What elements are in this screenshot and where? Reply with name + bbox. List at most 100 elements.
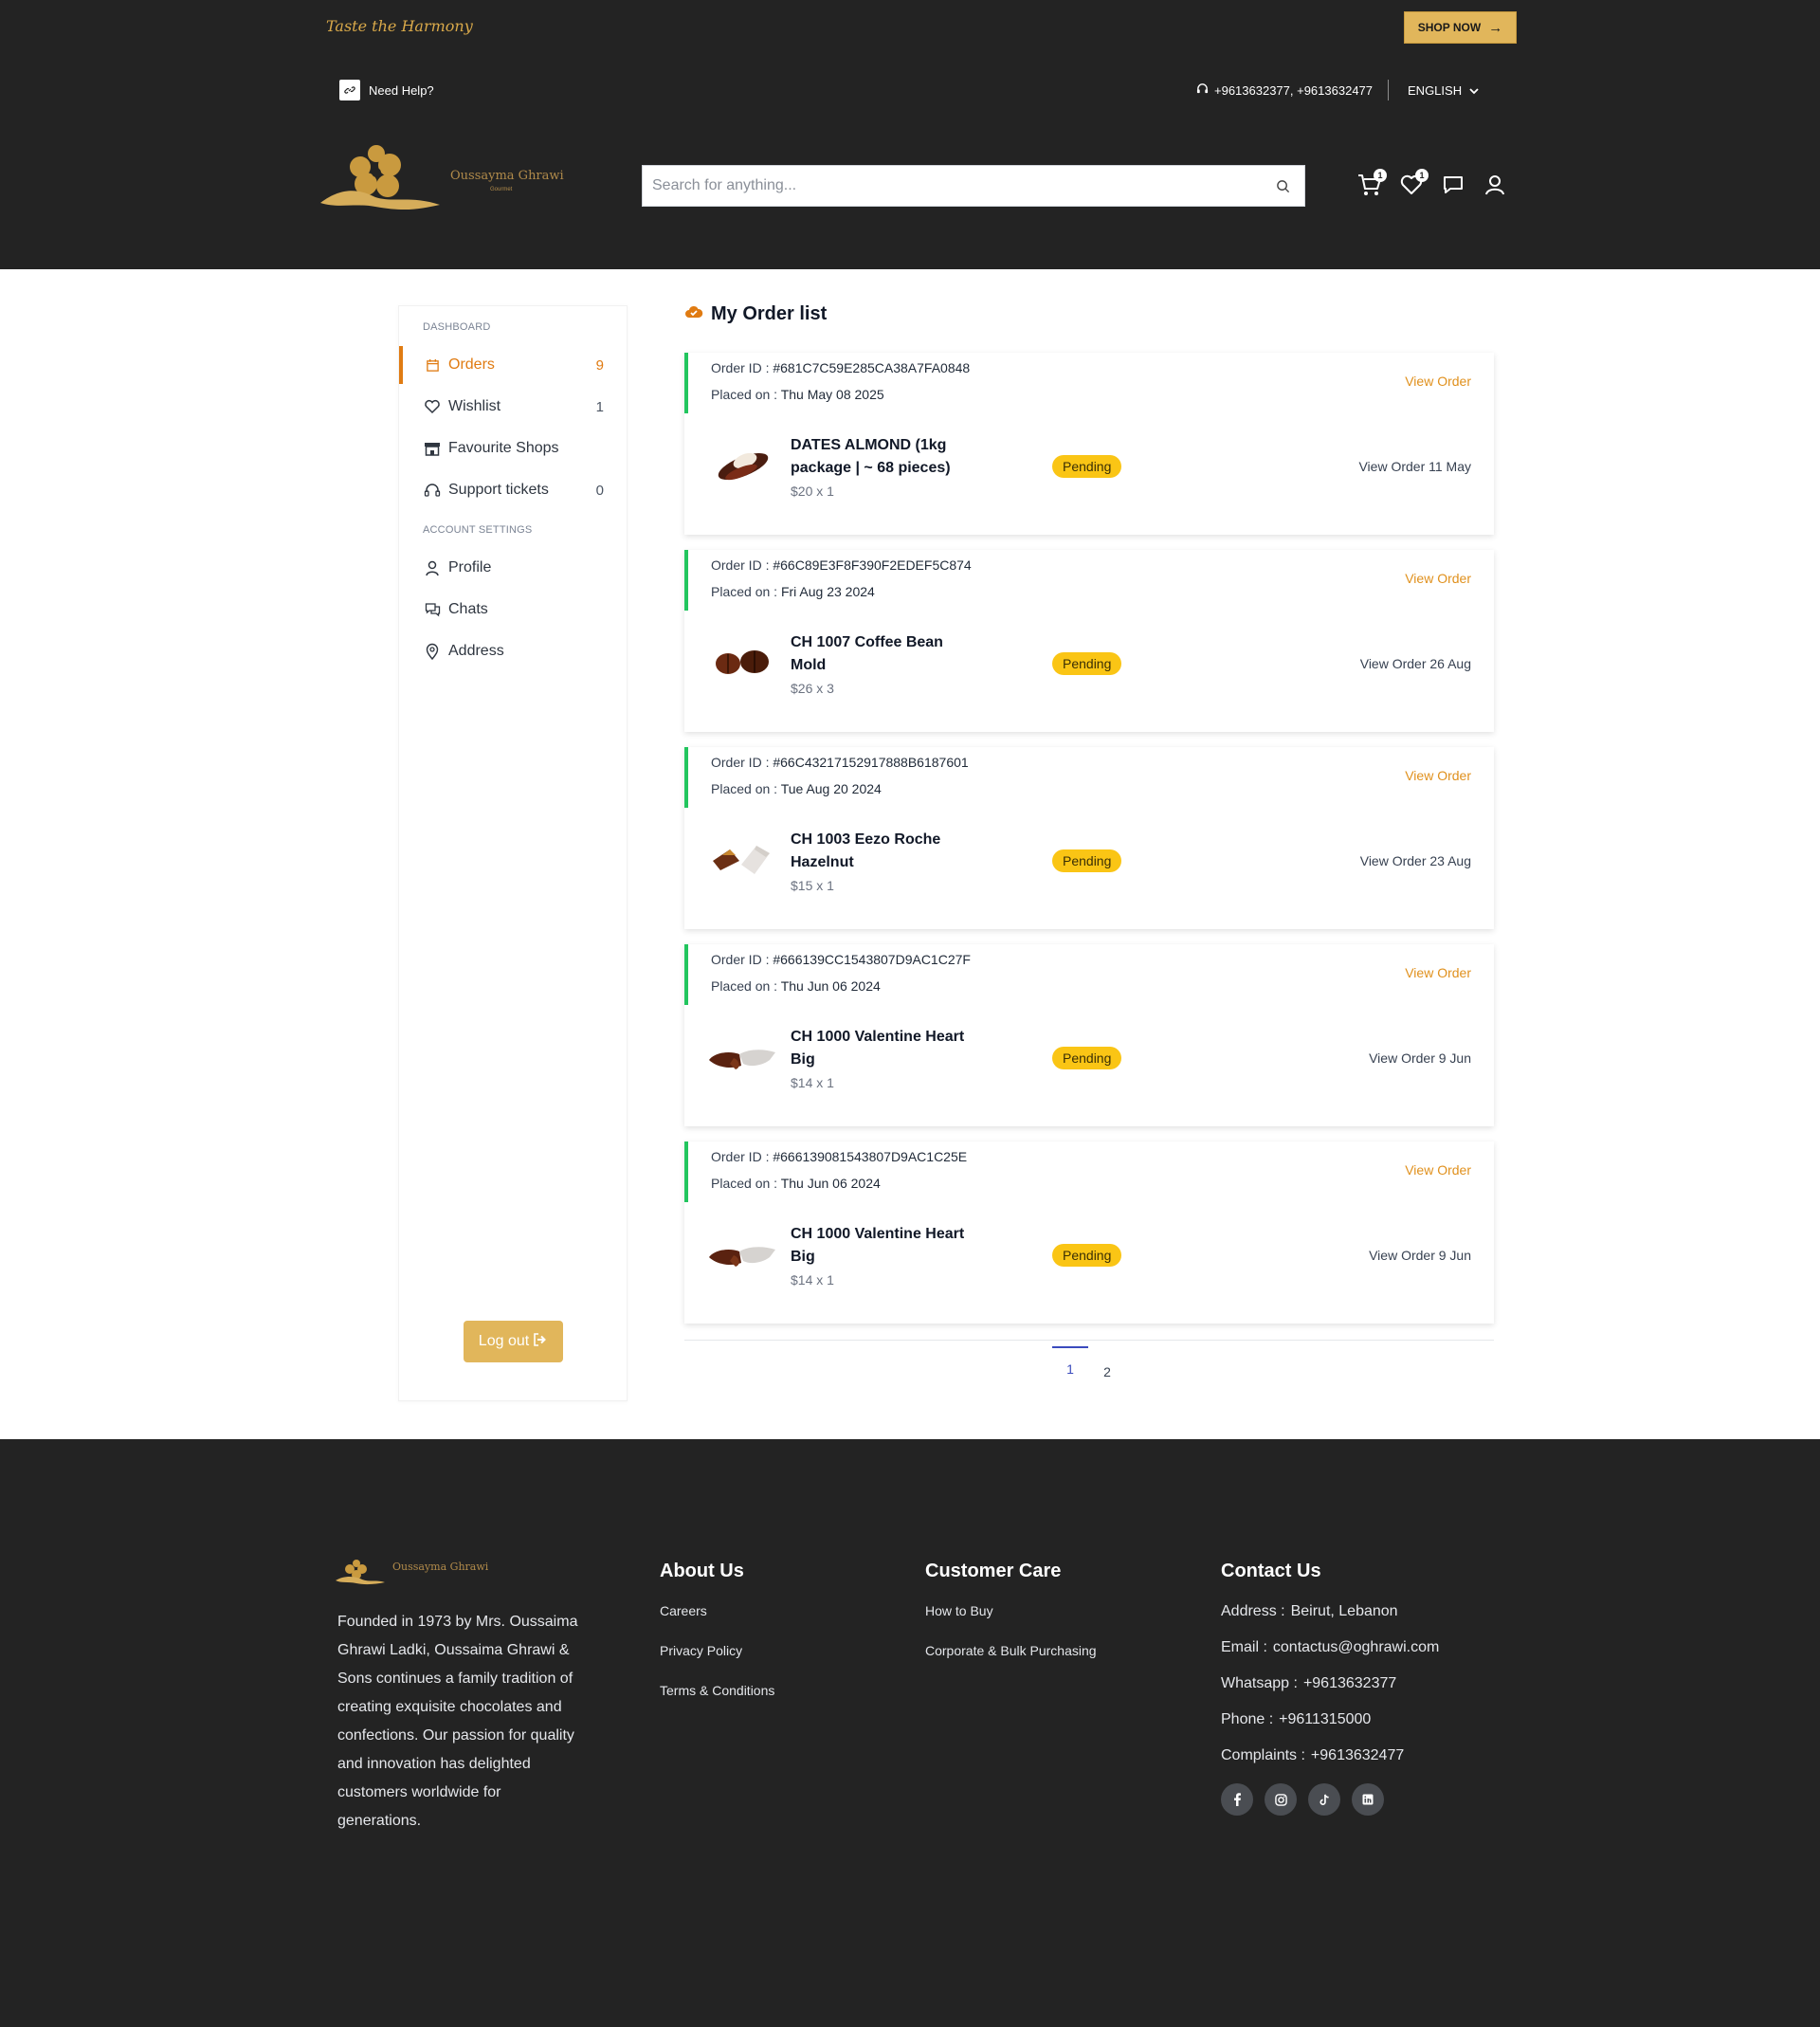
site-footer: Oussayma Ghrawi Founded in 1973 by Mrs. … bbox=[0, 1439, 1820, 2027]
order-placed: Placed on : Thu Jun 06 2024 bbox=[711, 1176, 881, 1191]
placed-date: Thu May 08 2025 bbox=[780, 387, 884, 402]
order-id-value: #666139CC1543807D9AC1C27F bbox=[773, 952, 971, 967]
product-image[interactable] bbox=[707, 434, 775, 495]
status-badge: Pending bbox=[1052, 652, 1122, 675]
order-id-label: Order ID : bbox=[711, 1149, 770, 1164]
sidebar-item-label: Profile bbox=[448, 559, 492, 575]
contact-label: Email : bbox=[1221, 1639, 1267, 1655]
wishlist-heart-icon[interactable]: 1 bbox=[1397, 169, 1429, 199]
user-icon[interactable] bbox=[1481, 171, 1509, 199]
contact-value[interactable]: +9613632377 bbox=[1303, 1675, 1396, 1691]
product-image[interactable] bbox=[707, 1026, 775, 1087]
wishlist-count: 1 bbox=[595, 398, 604, 415]
order-card: Order ID : #681C7C59E285CA38A7FA0848 Pla… bbox=[684, 353, 1494, 535]
search-icon[interactable] bbox=[1261, 179, 1304, 193]
order-placed: Placed on : Thu Jun 06 2024 bbox=[711, 978, 881, 994]
heart-icon bbox=[423, 399, 442, 414]
footer-about-text: Founded in 1973 by Mrs. Oussaima Ghrawi … bbox=[337, 1614, 578, 1829]
product-image[interactable] bbox=[707, 829, 775, 889]
chat-icon[interactable] bbox=[1439, 171, 1467, 199]
view-order-link[interactable]: View Order bbox=[1405, 768, 1471, 783]
sidebar-item-profile[interactable]: Profile bbox=[399, 549, 627, 587]
cart-count: 1 bbox=[1374, 169, 1387, 182]
footer-link-corporate[interactable]: Corporate & Bulk Purchasing bbox=[925, 1643, 1097, 1658]
status-badge: Pending bbox=[1052, 849, 1122, 872]
search-bar bbox=[642, 165, 1305, 207]
contact-label: Complaints : bbox=[1221, 1747, 1305, 1763]
arrow-right-icon: → bbox=[1488, 19, 1503, 36]
product-price: $15 x 1 bbox=[791, 878, 834, 893]
need-help-link[interactable]: Need Help? bbox=[339, 80, 434, 100]
site-header: Taste the Harmony SHOP NOW → Need Help? … bbox=[0, 0, 1820, 269]
orders-count: 9 bbox=[595, 356, 604, 374]
page-button-2[interactable]: 2 bbox=[1089, 1355, 1125, 1389]
product-name[interactable]: CH 1003 Eezo Roche Hazelnut bbox=[791, 829, 971, 874]
placed-label: Placed on : bbox=[711, 1176, 778, 1191]
sidebar-item-chats[interactable]: Chats bbox=[399, 591, 627, 629]
footer-link-how-to-buy[interactable]: How to Buy bbox=[925, 1603, 1097, 1618]
contact-value[interactable]: +9613632477 bbox=[1311, 1747, 1404, 1763]
sidebar-item-address[interactable]: Address bbox=[399, 632, 627, 670]
cloud-check-icon bbox=[684, 303, 703, 325]
sidebar-item-orders[interactable]: Orders 9 bbox=[399, 346, 627, 384]
order-accent-bar bbox=[684, 747, 688, 808]
footer-brand-logo[interactable] bbox=[334, 1559, 387, 1585]
order-id-value: #66C43217152917888B6187601 bbox=[773, 755, 969, 770]
language-selector[interactable]: ENGLISH bbox=[1408, 83, 1479, 98]
shop-now-button[interactable]: SHOP NOW → bbox=[1404, 11, 1517, 44]
store-icon bbox=[423, 441, 442, 456]
tiktok-icon[interactable] bbox=[1308, 1783, 1340, 1816]
view-order-link[interactable]: View Order bbox=[1405, 965, 1471, 980]
account-settings-heading: ACCOUNT SETTINGS bbox=[423, 524, 533, 536]
instagram-icon[interactable] bbox=[1265, 1783, 1297, 1816]
view-order-date-link[interactable]: View Order 9 Jun bbox=[1369, 1248, 1471, 1263]
header-actions: 1 1 bbox=[1356, 169, 1509, 199]
cart-icon[interactable]: 1 bbox=[1356, 169, 1387, 199]
product-name[interactable]: CH 1000 Valentine Heart Big bbox=[791, 1223, 971, 1269]
footer-link-careers[interactable]: Careers bbox=[660, 1603, 774, 1618]
placed-date: Fri Aug 23 2024 bbox=[780, 584, 875, 599]
placed-date: Tue Aug 20 2024 bbox=[780, 781, 882, 796]
need-help-label: Need Help? bbox=[369, 82, 434, 98]
view-order-date-link[interactable]: View Order 23 Aug bbox=[1360, 853, 1471, 868]
search-input[interactable] bbox=[643, 166, 1261, 206]
footer-brand-name: Oussayma Ghrawi bbox=[392, 1561, 489, 1573]
linkedin-icon[interactable] bbox=[1352, 1783, 1384, 1816]
order-card: Order ID : #66C43217152917888B6187601 Pl… bbox=[684, 747, 1494, 929]
order-id: Order ID : #666139CC1543807D9AC1C27F bbox=[711, 952, 971, 967]
product-name[interactable]: DATES ALMOND (1kg package | ~ 68 pieces) bbox=[791, 434, 971, 480]
product-image[interactable] bbox=[707, 631, 775, 692]
order-card: Order ID : #666139081543807D9AC1C25E Pla… bbox=[684, 1141, 1494, 1324]
product-name[interactable]: CH 1000 Valentine Heart Big bbox=[791, 1026, 971, 1071]
contact-complaints: Complaints : +9613632477 bbox=[1221, 1747, 1439, 1764]
contact-strip: +9613632377, +9613632477 ENGLISH bbox=[1196, 80, 1479, 100]
order-id-value: #681C7C59E285CA38A7FA0848 bbox=[773, 360, 971, 375]
product-name[interactable]: CH 1007 Coffee Bean Mold bbox=[791, 631, 971, 677]
footer-link-terms[interactable]: Terms & Conditions bbox=[660, 1683, 774, 1698]
calendar-icon bbox=[423, 358, 442, 373]
view-order-date-link[interactable]: View Order 26 Aug bbox=[1360, 656, 1471, 671]
sidebar-item-wishlist[interactable]: Wishlist 1 bbox=[399, 388, 627, 426]
contact-value[interactable]: +9611315000 bbox=[1279, 1711, 1371, 1727]
tagline: Taste the Harmony bbox=[326, 17, 473, 35]
view-order-date-link[interactable]: View Order 9 Jun bbox=[1369, 1050, 1471, 1066]
view-order-link[interactable]: View Order bbox=[1405, 374, 1471, 389]
facebook-icon[interactable] bbox=[1221, 1783, 1253, 1816]
map-pin-icon bbox=[423, 643, 442, 660]
order-accent-bar bbox=[684, 1141, 688, 1202]
order-placed: Placed on : Tue Aug 20 2024 bbox=[711, 781, 882, 796]
product-image[interactable] bbox=[707, 1223, 775, 1284]
placed-label: Placed on : bbox=[711, 387, 778, 402]
logout-button[interactable]: Log out bbox=[464, 1321, 563, 1362]
sidebar-item-favourite-shops[interactable]: Favourite Shops bbox=[399, 429, 627, 467]
footer-link-privacy[interactable]: Privacy Policy bbox=[660, 1643, 774, 1658]
sidebar-item-support-tickets[interactable]: Support tickets 0 bbox=[399, 471, 627, 509]
placed-label: Placed on : bbox=[711, 584, 778, 599]
view-order-link[interactable]: View Order bbox=[1405, 571, 1471, 586]
sidebar-item-label: Address bbox=[448, 643, 504, 659]
order-id-label: Order ID : bbox=[711, 952, 770, 967]
contact-value[interactable]: contactus@oghrawi.com bbox=[1273, 1639, 1439, 1655]
view-order-date-link[interactable]: View Order 11 May bbox=[1358, 459, 1471, 474]
page-button-1[interactable]: 1 bbox=[1052, 1346, 1088, 1389]
view-order-link[interactable]: View Order bbox=[1405, 1162, 1471, 1178]
